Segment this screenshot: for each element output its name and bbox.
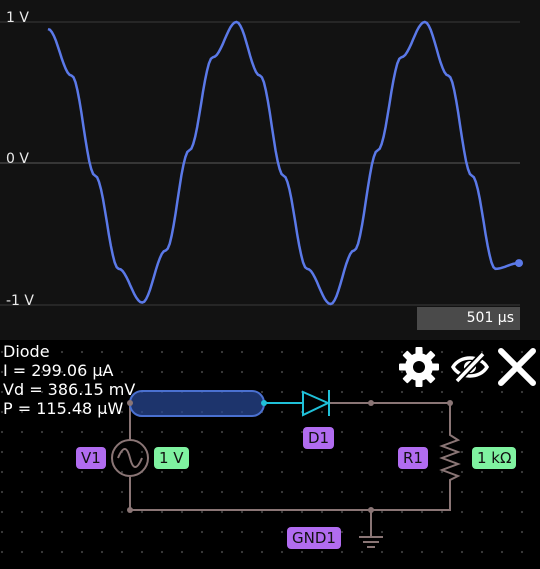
settings-button[interactable] <box>398 346 440 388</box>
resistor-symbol[interactable] <box>439 432 461 483</box>
gnd1-label[interactable]: GND1 <box>287 527 341 549</box>
node-dot <box>127 507 133 513</box>
voltage-readout: Vd = 386.15 mV <box>3 380 136 399</box>
trace-cursor-dot <box>515 259 523 268</box>
ground-symbol[interactable] <box>359 536 383 548</box>
gear-icon <box>399 347 439 387</box>
time-readout: 501 µs <box>417 307 520 330</box>
close-icon <box>498 348 536 386</box>
diode-symbol[interactable] <box>302 390 331 417</box>
r1-value[interactable]: 1 kΩ <box>472 447 517 469</box>
node-dot <box>368 507 374 513</box>
wire-diode-out[interactable] <box>330 402 451 432</box>
y-axis-label-bottom: -1 V <box>6 293 34 309</box>
oscilloscope-panel[interactable]: 1 V 0 V -1 V 501 µs <box>0 0 540 340</box>
node-dot <box>368 400 374 406</box>
r1-label[interactable]: R1 <box>398 447 428 469</box>
selected-wire-highlight[interactable] <box>129 390 265 417</box>
node-dot <box>261 400 267 406</box>
y-axis-label-top: 1 V <box>6 10 29 26</box>
v1-value[interactable]: 1 V <box>154 447 189 469</box>
node-dot <box>447 400 453 406</box>
hide-button[interactable] <box>449 346 491 388</box>
scope-plot <box>0 20 523 306</box>
ac-source-symbol[interactable] <box>111 439 149 477</box>
component-info: Diode I = 299.06 µA Vd = 386.15 mV P = 1… <box>3 342 135 418</box>
d1-label[interactable]: D1 <box>303 427 335 449</box>
v1-label[interactable]: V1 <box>76 447 106 469</box>
current-readout: I = 299.06 µA <box>3 361 114 380</box>
wire-bottom[interactable] <box>129 477 451 511</box>
eye-off-icon <box>450 351 490 384</box>
component-name: Diode <box>3 342 50 361</box>
power-readout: P = 115.48 µW <box>3 399 124 418</box>
y-axis-label-zero: 0 V <box>6 151 29 167</box>
close-button[interactable] <box>496 346 538 388</box>
